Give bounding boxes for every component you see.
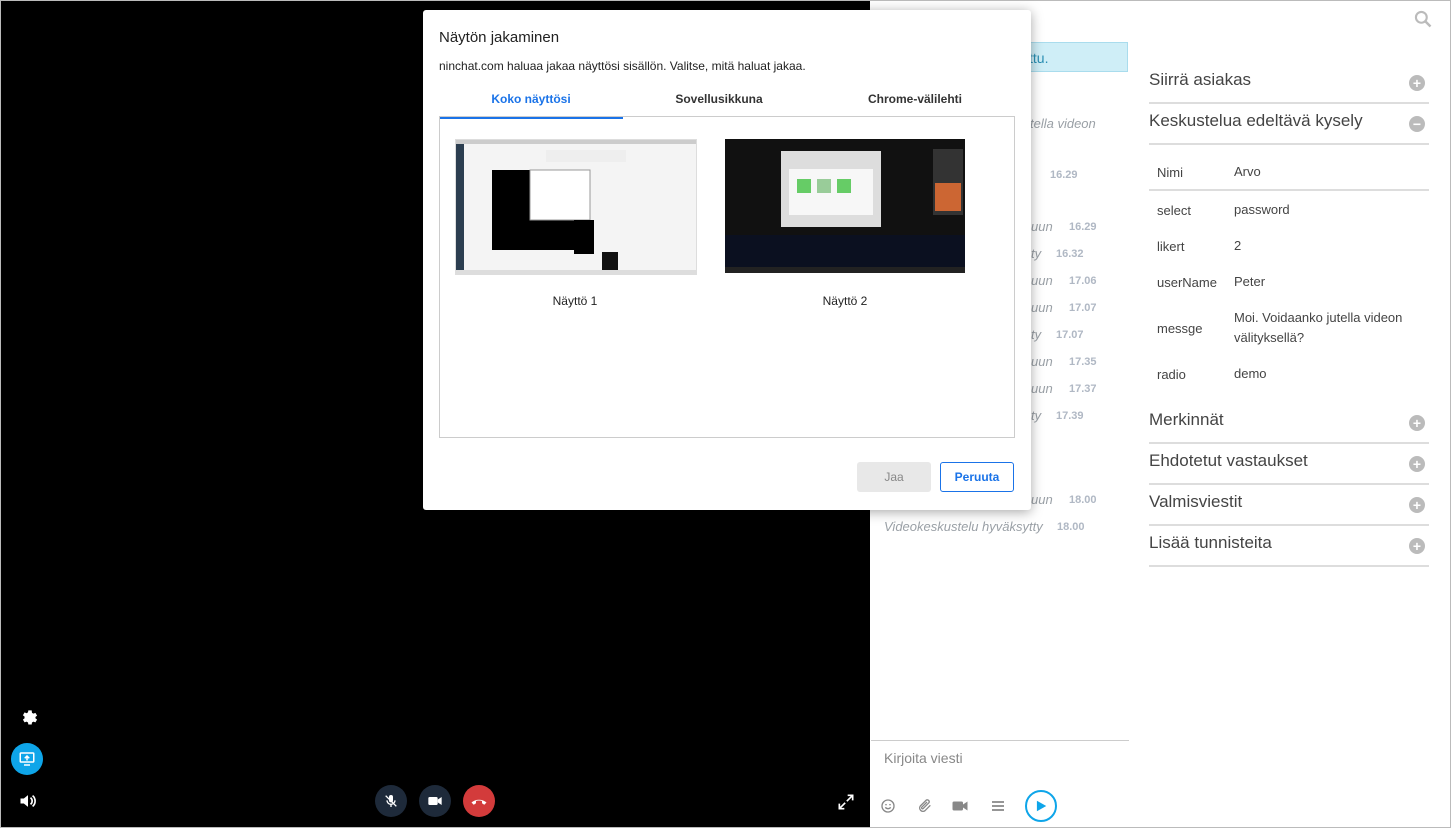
survey-value: Peter: [1234, 274, 1266, 289]
chat-message-text: uun: [1031, 492, 1053, 507]
chat-message-text: ty: [1031, 408, 1042, 423]
survey-key: messge: [1157, 321, 1203, 336]
share-button[interactable]: Jaa: [857, 462, 931, 492]
chat-message-text: ty: [1031, 246, 1042, 261]
survey-key: select: [1157, 203, 1191, 218]
dialog-subtitle: ninchat.com haluaa jakaa näyttösi sisäll…: [439, 59, 806, 73]
chat-message-time: 18.00: [1069, 494, 1097, 506]
expand-icon[interactable]: +: [1409, 75, 1425, 91]
mic-off-icon: [385, 795, 397, 807]
send-icon: [1036, 800, 1047, 812]
section-ehdotetut-vastaukset[interactable]: Ehdotetut vastaukset +: [1149, 443, 1429, 485]
emoji-icon[interactable]: [877, 795, 899, 817]
composer-divider: [871, 740, 1129, 741]
attachment-icon[interactable]: [914, 795, 936, 817]
section-title: Merkinnät: [1149, 410, 1224, 429]
chat-message-time: 17.06: [1069, 275, 1097, 287]
fullscreen-icon[interactable]: [833, 789, 859, 815]
message-input[interactable]: Kirjoita viesti: [884, 750, 963, 766]
section-title: Ehdotetut vastaukset: [1149, 451, 1308, 470]
screen-2-thumbnail: [725, 139, 965, 273]
collapse-icon[interactable]: −: [1409, 116, 1425, 132]
chat-message-text: Videokeskustelu hyväksytty: [884, 519, 1043, 534]
section-kysely[interactable]: Keskustelua edeltävä kysely −: [1149, 103, 1429, 145]
chat-message-time: 17.35: [1069, 356, 1097, 368]
expand-icon[interactable]: +: [1409, 456, 1425, 472]
survey-key: likert: [1157, 239, 1185, 254]
chat-message-time: 17.07: [1056, 329, 1084, 341]
chat-message-time: 17.07: [1069, 302, 1097, 314]
screen-2-preview[interactable]: [725, 139, 965, 273]
cancel-button[interactable]: Peruuta: [940, 462, 1014, 492]
screen-share-dialog: Näytön jakaminen ninchat.com haluaa jaka…: [423, 10, 1031, 510]
screen-1-label: Näyttö 1: [552, 294, 598, 308]
volume-icon[interactable]: [15, 788, 41, 814]
chat-message-text: ty: [1031, 327, 1042, 342]
chat-message-time: 16.29: [1069, 221, 1097, 233]
survey-key: userName: [1157, 275, 1217, 290]
section-title: Keskustelua edeltävä kysely: [1149, 111, 1363, 130]
screen-share-icon: [19, 752, 35, 766]
survey-key: radio: [1157, 367, 1186, 382]
share-screen-button[interactable]: [11, 743, 43, 775]
chat-message-text: tella videon: [1030, 116, 1096, 131]
section-title: Lisää tunnisteita: [1149, 533, 1272, 552]
tab-application-window[interactable]: Sovellusikkuna: [631, 92, 807, 116]
survey-header-divider: [1149, 189, 1429, 191]
survey-value: password: [1234, 202, 1290, 217]
tab-chrome-tab[interactable]: Chrome-välilehti: [815, 92, 1015, 116]
chat-message-time: 18.00: [1057, 521, 1085, 533]
hang-up-icon: [471, 799, 487, 805]
hang-up-button[interactable]: [463, 785, 495, 817]
settings-icon[interactable]: [15, 704, 41, 730]
survey-value: 2: [1234, 238, 1242, 253]
expand-icon[interactable]: +: [1409, 497, 1425, 513]
survey-key: Nimi: [1157, 165, 1183, 180]
survey-value: demo: [1234, 366, 1267, 381]
chat-message-text: uun: [1031, 381, 1053, 396]
section-merkinnat[interactable]: Merkinnät +: [1149, 402, 1429, 444]
chat-message-time: 17.37: [1069, 383, 1097, 395]
chat-message-text: uun: [1031, 273, 1053, 288]
video-call-icon[interactable]: [949, 795, 971, 817]
section-siirra-asiakas[interactable]: Siirrä asiakas +: [1149, 62, 1429, 104]
section-title: Valmisviestit: [1149, 492, 1243, 511]
screen-2-label: Näyttö 2: [822, 294, 868, 308]
dialog-title: Näytön jakaminen: [439, 29, 560, 46]
screen-1-preview[interactable]: [455, 139, 697, 275]
survey-value: Arvo: [1234, 164, 1261, 179]
tab-entire-screen[interactable]: Koko näyttösi: [439, 92, 623, 119]
expand-icon[interactable]: +: [1409, 538, 1425, 554]
section-valmisviestit[interactable]: Valmisviestit +: [1149, 484, 1429, 526]
chat-message-time: 16.29: [1050, 169, 1078, 181]
chat-message-text: uun: [1031, 219, 1053, 234]
search-icon[interactable]: [1413, 9, 1433, 34]
chat-message-time: 16.32: [1056, 248, 1084, 260]
survey-value: Moi. Voidaanko jutella videon välityksel…: [1234, 310, 1403, 345]
video-camera-icon: [428, 797, 442, 805]
section-title: Siirrä asiakas: [1149, 70, 1252, 89]
menu-icon[interactable]: [987, 795, 1009, 817]
chat-message-text: uun: [1031, 300, 1053, 315]
mute-mic-button[interactable]: [375, 785, 407, 817]
chat-message-time: 17.39: [1056, 410, 1084, 422]
screen-1-thumbnail: [456, 140, 696, 274]
screen-list: Näyttö 1 Näyttö 2: [439, 117, 1015, 438]
camera-button[interactable]: [419, 785, 451, 817]
expand-icon[interactable]: +: [1409, 415, 1425, 431]
section-lisaa-tunnisteita[interactable]: Lisää tunnisteita +: [1149, 525, 1429, 567]
send-button[interactable]: [1025, 790, 1057, 822]
chat-message-text: uun: [1031, 354, 1053, 369]
